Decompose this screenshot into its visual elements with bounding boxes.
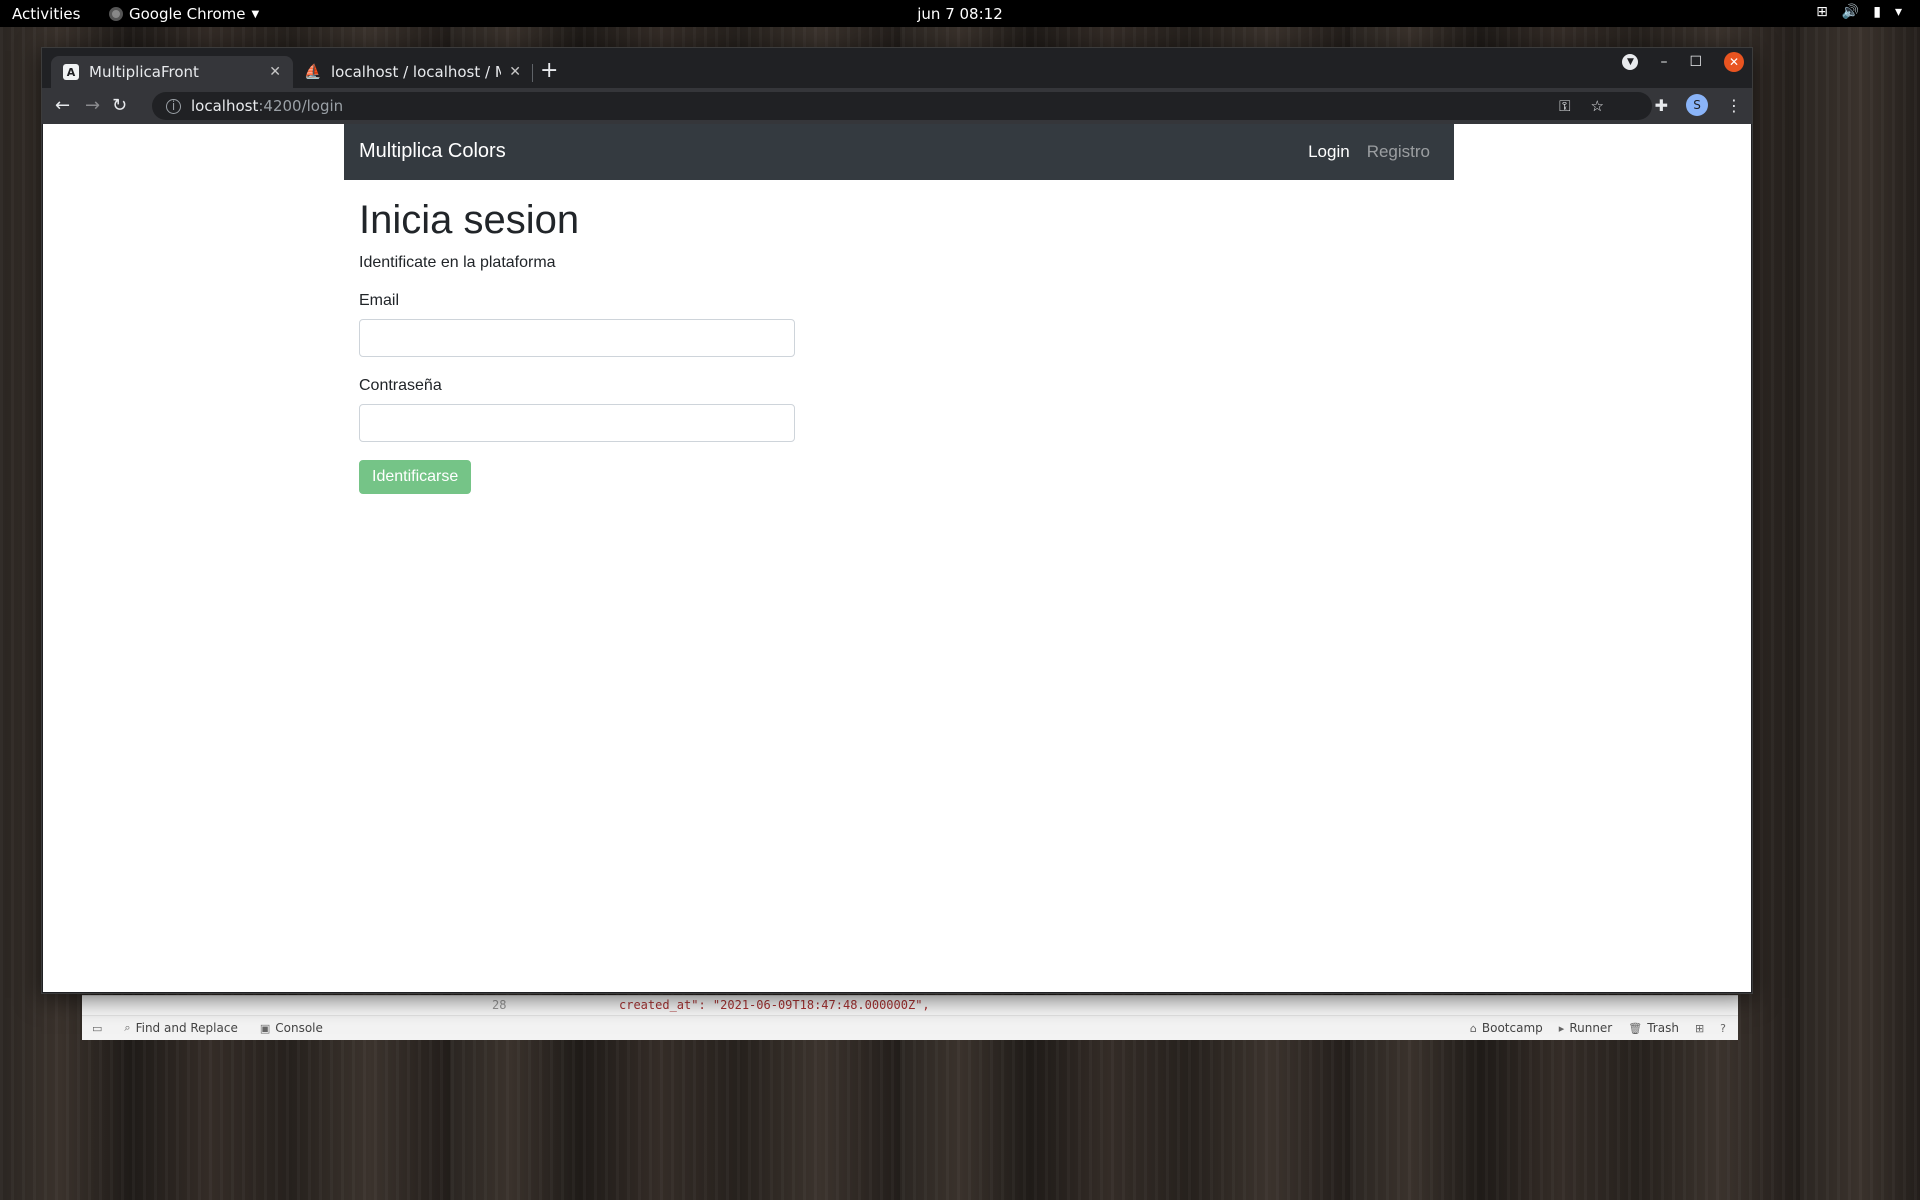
page-viewport: Multiplica Colors Login Registro Inicia … bbox=[43, 124, 1751, 992]
close-tab-icon[interactable]: ✕ bbox=[509, 64, 521, 80]
nav-link-login[interactable]: Login bbox=[1308, 142, 1350, 162]
key-icon[interactable]: ⚿ bbox=[1559, 97, 1570, 115]
tab-phpmyadmin[interactable]: ⛵ localhost / localhost / Mu ✕ bbox=[293, 56, 533, 88]
sidebar-toggle-button[interactable]: ▭ bbox=[92, 1021, 102, 1035]
volume-icon: 🔊 bbox=[1841, 4, 1860, 20]
search-icon: ⌕ bbox=[124, 1021, 131, 1034]
app-navbar: Multiplica Colors Login Registro bbox=[344, 124, 1454, 180]
clock[interactable]: jun 7 08:12 bbox=[0, 5, 1920, 23]
find-replace-button[interactable]: ⌕ Find and Replace bbox=[124, 1021, 237, 1035]
bootcamp-button[interactable]: ⌂ Bootcamp bbox=[1470, 1021, 1543, 1035]
trash-button[interactable]: 🗑 Trash bbox=[1628, 1021, 1679, 1035]
battery-icon: ▮ bbox=[1873, 4, 1881, 20]
runner-icon: ▸ bbox=[1558, 1021, 1565, 1035]
console-label: Console bbox=[275, 1021, 323, 1035]
nav-link-registro[interactable]: Registro bbox=[1367, 142, 1430, 162]
layout-button[interactable]: ⊞ bbox=[1695, 1021, 1704, 1035]
layout-icon: ⊞ bbox=[1694, 1021, 1705, 1035]
navbar-brand[interactable]: Multiplica Colors bbox=[359, 140, 506, 163]
window-controls: ▼ – ☐ ✕ bbox=[1622, 52, 1744, 72]
tab-title: localhost / localhost / Mu bbox=[331, 63, 502, 81]
url-path: :4200/login bbox=[258, 97, 344, 115]
login-content: Inicia sesion Identificate en la platafo… bbox=[359, 196, 795, 494]
os-top-bar: Activities Google Chrome ▼ jun 7 08:12 ⊞… bbox=[0, 0, 1920, 27]
minimize-icon[interactable]: – bbox=[1660, 54, 1667, 70]
system-tray[interactable]: ⊞ 🔊 ▮ ▾ bbox=[1816, 4, 1902, 20]
page-title: Inicia sesion bbox=[359, 198, 580, 242]
tab-separator bbox=[532, 64, 533, 82]
url-host: localhost bbox=[191, 97, 259, 115]
password-label: Contraseña bbox=[359, 377, 442, 394]
phpmyadmin-icon: ⛵ bbox=[304, 64, 322, 80]
email-field[interactable] bbox=[359, 319, 795, 357]
editor-status-bar: ▭ ⌕ Find and Replace ▣ Console ⌂ Bootcamp ▸… bbox=[82, 1016, 1738, 1041]
email-label: Email bbox=[359, 292, 400, 309]
angular-favicon-icon: A bbox=[63, 64, 79, 80]
runner-label: Runner bbox=[1569, 1021, 1613, 1035]
code-line: 28 created_at": "2021-06-09T18:47:48.000… bbox=[82, 996, 1738, 1016]
maximize-icon[interactable]: ☐ bbox=[1689, 54, 1702, 70]
help-button[interactable]: ? bbox=[1720, 1021, 1726, 1035]
find-replace-label: Find and Replace bbox=[135, 1021, 238, 1035]
login-form: Email Contraseña Identificarse bbox=[359, 292, 795, 494]
identificarse-button[interactable]: Identificarse bbox=[359, 460, 472, 494]
help-icon: ? bbox=[1720, 1021, 1726, 1035]
tab-strip: A MultiplicaFront ✕ ⛵ localhost / localh… bbox=[42, 48, 1752, 88]
close-tab-icon[interactable]: ✕ bbox=[269, 64, 281, 80]
site-info-icon[interactable]: i bbox=[166, 98, 181, 114]
runner-button[interactable]: ▸ Runner bbox=[1559, 1021, 1612, 1035]
system-menu-icon: ▾ bbox=[1894, 4, 1902, 20]
trash-label: Trash bbox=[1647, 1021, 1679, 1035]
address-bar[interactable]: i localhost:4200/login bbox=[152, 92, 1652, 120]
tab-search-icon[interactable]: ▼ bbox=[1622, 54, 1639, 70]
console-icon: ▣ bbox=[259, 1021, 271, 1035]
browser-toolbar: ← → ↻ i localhost:4200/login ⚿ ☆ ✚ S ⋮ bbox=[42, 88, 1752, 124]
tab-multiplicafront[interactable]: A MultiplicaFront ✕ bbox=[51, 56, 293, 88]
chrome-window: A MultiplicaFront ✕ ⛵ localhost / localh… bbox=[41, 47, 1753, 994]
password-field[interactable] bbox=[359, 404, 795, 442]
tab-title: MultiplicaFront bbox=[89, 63, 199, 81]
bootcamp-label: Bootcamp bbox=[1481, 1021, 1543, 1035]
bookmark-star-icon[interactable]: ☆ bbox=[1591, 97, 1604, 115]
bootcamp-icon: ⌂ bbox=[1469, 1021, 1477, 1035]
close-window-icon[interactable]: ✕ bbox=[1724, 52, 1744, 72]
page-subtitle: Identificate en la plataforma bbox=[359, 254, 556, 271]
reload-icon[interactable]: ↻ bbox=[112, 95, 127, 116]
back-arrow-icon[interactable]: ← bbox=[55, 95, 70, 116]
code-line-number: 28 bbox=[492, 998, 507, 1012]
console-button[interactable]: ▣ Console bbox=[260, 1021, 323, 1035]
trash-icon: 🗑 bbox=[1628, 1021, 1643, 1035]
extensions-puzzle-icon[interactable]: ✚ bbox=[1655, 96, 1668, 115]
panel-icon: ▭ bbox=[92, 1021, 103, 1035]
network-icon: ⊞ bbox=[1816, 4, 1828, 20]
background-editor-window: 28 created_at": "2021-06-09T18:47:48.000… bbox=[82, 995, 1738, 1040]
profile-avatar[interactable]: S bbox=[1686, 94, 1708, 116]
code-text: created_at": "2021-06-09T18:47:48.000000… bbox=[619, 998, 930, 1012]
forward-arrow-icon[interactable]: → bbox=[85, 95, 100, 116]
new-tab-plus-icon[interactable]: + bbox=[540, 58, 558, 83]
more-menu-icon[interactable]: ⋮ bbox=[1726, 96, 1742, 115]
